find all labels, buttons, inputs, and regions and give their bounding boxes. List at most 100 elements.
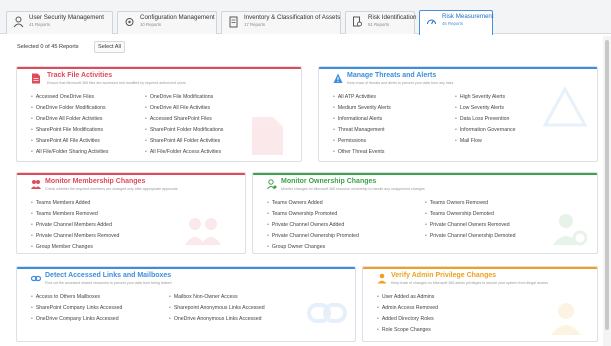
report-link[interactable]: OneDrive All File Activities	[145, 105, 210, 112]
report-link[interactable]: OneDrive File Modifications	[145, 94, 213, 101]
report-link[interactable]: Teams Owners Added	[267, 200, 323, 207]
card-title: Manage Threats and Alerts	[347, 72, 437, 79]
card-title: Detect Accessed Links and Mailboxes	[45, 272, 172, 279]
tab-risk-identification[interactable]: Risk Identification 51 Reports	[345, 11, 417, 34]
user-settings-icon	[267, 179, 277, 190]
report-link[interactable]: Teams Members Removed	[31, 211, 98, 218]
report-link[interactable]: SharePoint All Folder Activities	[145, 138, 220, 145]
file-icon	[32, 73, 40, 84]
report-link[interactable]: Teams Ownership Promoted	[267, 211, 337, 218]
report-link[interactable]: All File/Folder Access Activities	[145, 149, 221, 156]
group-watermark-icon	[185, 218, 221, 245]
report-link[interactable]: Accessed SharePoint Files	[145, 116, 212, 123]
card-monitor-membership-changes[interactable]: Monitor Membership Changes Check whether…	[16, 172, 246, 254]
report-link[interactable]: SharePoint Folder Modifications	[145, 127, 224, 134]
user-settings-watermark-icon	[553, 214, 587, 246]
card-manage-threats-alerts[interactable]: Manage Threats and Alerts Keep track of …	[318, 66, 598, 162]
card-description: Monitor changes on Microsoft 365 resourc…	[281, 187, 425, 191]
report-link[interactable]: Added Directory Roles	[377, 316, 434, 323]
card-title: Monitor Ownership Changes	[281, 178, 377, 185]
link-icon	[31, 275, 41, 282]
tab-label: Risk Measurement	[442, 13, 494, 20]
link-watermark-icon	[307, 303, 347, 323]
report-link[interactable]: OneDrive Anonymous Links Accessed	[169, 316, 262, 323]
tab-label: Configuration Management	[140, 14, 215, 21]
report-link[interactable]: Group Member Changes	[31, 244, 93, 251]
alert-icon	[333, 73, 343, 83]
card-verify-admin-privilege[interactable]: Verify Admin Privilege Changes Keep trac…	[362, 266, 598, 342]
search-document-icon	[353, 16, 362, 27]
report-link[interactable]: Group Owner Changes	[267, 244, 325, 251]
report-link[interactable]: Teams Owners Removed	[425, 200, 488, 207]
report-link[interactable]: SharePoint All File Activities	[31, 138, 100, 145]
tab-risk-measurement[interactable]: Risk Measurement 45 Reports	[419, 10, 494, 35]
report-link[interactable]: Mailbox Non-Owner Access	[169, 294, 238, 301]
report-link[interactable]: Low Severity Alerts	[455, 105, 504, 112]
report-category-tabs: User Security Management 41 Reports Conf…	[0, 0, 611, 35]
gauge-icon	[427, 19, 436, 25]
report-link[interactable]: Private Channel Owners Removed	[425, 222, 510, 229]
report-link[interactable]: Information Governance	[455, 127, 516, 134]
report-link[interactable]: Private Channel Ownership Demoted	[425, 233, 516, 240]
tab-user-security-management[interactable]: User Security Management 41 Reports	[6, 11, 113, 34]
select-all-button[interactable]: Select All	[94, 41, 126, 53]
report-link[interactable]: Private Channel Owners Added	[267, 222, 344, 229]
report-link[interactable]: Informational Alerts	[333, 116, 382, 123]
file-watermark-icon	[252, 117, 283, 155]
selection-bar: Selected 0 of 45 Reports Select All	[17, 41, 126, 53]
report-link[interactable]: Sharepoint Anonymous Links Accessed	[169, 305, 265, 312]
report-link[interactable]: Private Channel Members Removed	[31, 233, 120, 240]
report-link[interactable]: All File/Folder Sharing Activities	[31, 149, 109, 156]
tab-label: User Security Management	[29, 14, 104, 21]
card-title: Track File Activities	[47, 72, 113, 79]
card-accent-line	[319, 67, 597, 69]
card-description: Ensure that Microsoft 365 files are acce…	[47, 81, 186, 85]
report-link[interactable]: SharePoint File Modifications	[31, 127, 103, 134]
report-link[interactable]: Threat Management	[333, 127, 385, 134]
card-detect-accessed-links[interactable]: Detect Accessed Links and Mailboxes Find…	[16, 266, 356, 342]
tab-report-count: 41 Reports	[29, 22, 51, 27]
tab-report-count: 17 Reports	[244, 22, 266, 27]
report-link[interactable]: Access to Others Mailboxes	[31, 294, 100, 301]
card-title: Monitor Membership Changes	[45, 178, 146, 185]
report-link[interactable]: Admin Access Removed	[377, 305, 438, 312]
tab-label: Inventory & Classification of Assets	[244, 14, 341, 21]
report-link[interactable]: Other Threat Events	[333, 149, 385, 156]
report-link[interactable]: Private Channel Members Added	[31, 222, 112, 229]
tab-inventory-classification[interactable]: Inventory & Classification of Assets 17 …	[221, 11, 341, 34]
card-description: Keep track of changes on Microsoft 365 a…	[391, 281, 548, 285]
card-accent-line	[253, 173, 597, 175]
tab-label: Risk Identification	[368, 14, 417, 21]
report-link[interactable]: Role Scope Changes	[377, 327, 431, 334]
scrollbar-thumb[interactable]	[605, 40, 609, 330]
admin-user-watermark-icon	[551, 303, 581, 335]
report-link[interactable]: Teams Members Added	[31, 200, 91, 207]
report-link[interactable]: All ATP Activities	[333, 94, 376, 101]
tab-report-count: 10 Reports	[140, 22, 162, 27]
admin-user-icon	[377, 273, 387, 284]
report-link[interactable]: OneDrive All Folder Activities	[31, 116, 103, 123]
report-link[interactable]: Data Loss Prevention	[455, 116, 510, 123]
report-link[interactable]: SharePoint Company Links Accessed	[31, 305, 123, 312]
report-link[interactable]: Permissions	[333, 138, 366, 145]
card-accent-line	[17, 67, 301, 69]
card-accent-line	[17, 173, 245, 175]
report-link[interactable]: High Severity Alerts	[455, 94, 505, 101]
report-link[interactable]: Medium Severity Alerts	[333, 105, 391, 112]
report-link[interactable]: Mail Flow	[455, 138, 482, 145]
report-link[interactable]: User Added as Admins	[377, 294, 434, 301]
tab-configuration-management[interactable]: Configuration Management 10 Reports	[117, 11, 217, 34]
report-link[interactable]: Accessed OneDrive Files	[31, 94, 94, 101]
card-title: Verify Admin Privilege Changes	[391, 272, 497, 279]
report-link[interactable]: OneDrive Company Links Accessed	[31, 316, 119, 323]
report-link[interactable]: Teams Ownership Demoted	[425, 211, 494, 218]
tab-report-count: 45 Reports	[442, 21, 464, 26]
card-accent-line	[17, 267, 355, 269]
report-link[interactable]: Private Channel Ownership Promoted	[267, 233, 359, 240]
card-description: Find out the accessed shared resources t…	[45, 281, 172, 285]
card-description: Keep track of threats and alerts to prev…	[347, 81, 454, 85]
document-icon	[229, 16, 238, 28]
report-link[interactable]: OneDrive Folder Modifications	[31, 105, 106, 112]
card-track-file-activities[interactable]: Track File Activities Ensure that Micros…	[16, 66, 302, 162]
card-monitor-ownership-changes[interactable]: Monitor Ownership Changes Monitor change…	[252, 172, 598, 254]
